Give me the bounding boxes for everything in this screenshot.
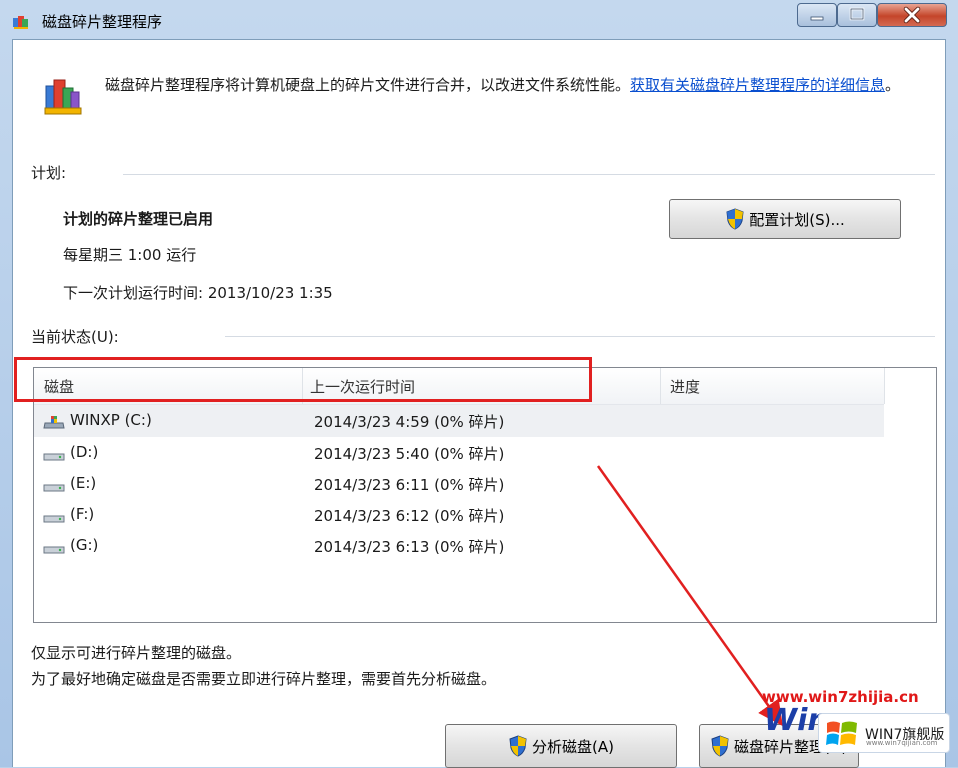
disk-last-run: 2014/3/23 5:40 (0% 碎片) xyxy=(314,445,505,463)
drive-icon xyxy=(43,484,65,492)
defragmenter-icon xyxy=(13,16,28,29)
disk-list[interactable]: 磁盘 上一次运行时间 进度 WINXP (C:) 2014/3/23 4:59 … xyxy=(33,367,937,623)
minimize-icon xyxy=(810,16,824,21)
schedule-next-run: 下一次计划运行时间: 2013/10/23 1:35 xyxy=(63,284,333,302)
analyze-disk-button[interactable]: 分析磁盘(A) xyxy=(445,724,677,768)
watermark-small-url: www.win7qijian.com xyxy=(866,739,938,747)
disk-name: (E:) xyxy=(70,474,97,492)
disk-name: (F:) xyxy=(70,505,95,523)
schedule-section-label: 计划: xyxy=(31,164,67,182)
drive-icon xyxy=(43,453,65,461)
uac-shield-icon xyxy=(711,735,729,757)
column-divider[interactable] xyxy=(884,368,885,404)
description-text: 磁盘碎片整理程序将计算机硬盘上的碎片文件进行合并，以改进文件系统性能。 xyxy=(105,76,631,94)
column-divider[interactable] xyxy=(660,368,661,404)
disk-name: WINXP (C:) xyxy=(70,411,152,429)
defragmenter-app-icon xyxy=(44,79,82,115)
note-defraggable-only: 仅显示可进行碎片整理的磁盘。 xyxy=(31,644,242,662)
disk-defragmenter-window: 磁盘碎片整理程序 磁盘碎片整理程序将计算机硬盘上的碎片文件进行合并，以改进文件系… xyxy=(0,0,958,768)
disk-row-d[interactable]: (D:) 2014/3/23 5:40 (0% 碎片) xyxy=(34,437,884,469)
configure-schedule-label: 配置计划(S)... xyxy=(749,210,845,229)
schedule-status: 计划的碎片整理已启用 xyxy=(63,210,214,228)
maximize-button[interactable] xyxy=(837,3,877,27)
current-status-label: 当前状态(U): xyxy=(31,328,119,346)
close-button[interactable] xyxy=(877,3,947,27)
maximize-icon xyxy=(849,7,865,21)
disk-last-run: 2014/3/23 6:12 (0% 碎片) xyxy=(314,507,505,525)
dialog-body: 磁盘碎片整理程序将计算机硬盘上的碎片文件进行合并，以改进文件系统性能。获取有关磁… xyxy=(12,39,946,768)
disk-last-run: 2014/3/23 6:11 (0% 碎片) xyxy=(314,476,505,494)
description-trail: 。 xyxy=(885,76,901,94)
disk-row-c[interactable]: WINXP (C:) 2014/3/23 4:59 (0% 碎片) xyxy=(34,405,884,437)
watermark-badge: WIN7旗舰版 xyxy=(818,713,950,753)
help-link[interactable]: 获取有关磁盘碎片整理程序的详细信息 xyxy=(630,76,885,94)
uac-shield-icon xyxy=(726,208,744,230)
disk-row-g[interactable]: (G:) 2014/3/23 6:13 (0% 碎片) xyxy=(34,530,884,562)
annotation-highlight-box xyxy=(14,357,592,402)
disk-row-e[interactable]: (E:) 2014/3/23 6:11 (0% 碎片) xyxy=(34,468,884,500)
configure-schedule-button[interactable]: 配置计划(S)... xyxy=(669,199,901,239)
analyze-disk-label: 分析磁盘(A) xyxy=(532,737,614,756)
disk-name: (G:) xyxy=(70,536,99,554)
disk-last-run: 2014/3/23 6:13 (0% 碎片) xyxy=(314,538,505,556)
system-drive-icon xyxy=(43,416,65,429)
drive-icon xyxy=(43,515,65,523)
schedule-frequency: 每星期三 1:00 运行 xyxy=(63,246,197,264)
description: 磁盘碎片整理程序将计算机硬盘上的碎片文件进行合并，以改进文件系统性能。获取有关磁… xyxy=(105,72,925,99)
uac-shield-icon xyxy=(509,735,527,757)
column-header-progress[interactable]: 进度 xyxy=(670,376,700,397)
window-title: 磁盘碎片整理程序 xyxy=(42,13,163,31)
schedule-divider xyxy=(123,174,935,175)
disk-row-f[interactable]: (F:) 2014/3/23 6:12 (0% 碎片) xyxy=(34,499,884,531)
disk-last-run: 2014/3/23 4:59 (0% 碎片) xyxy=(314,413,505,431)
note-analyze-first: 为了最好地确定磁盘是否需要立即进行碎片整理，需要首先分析磁盘。 xyxy=(31,670,497,688)
drive-icon xyxy=(43,546,65,554)
status-divider xyxy=(225,336,935,337)
windows-logo-icon xyxy=(826,721,857,745)
disk-name: (D:) xyxy=(70,443,99,461)
close-icon xyxy=(903,6,921,24)
minimize-button[interactable] xyxy=(797,3,837,27)
title-bar[interactable]: 磁盘碎片整理程序 xyxy=(0,0,958,40)
